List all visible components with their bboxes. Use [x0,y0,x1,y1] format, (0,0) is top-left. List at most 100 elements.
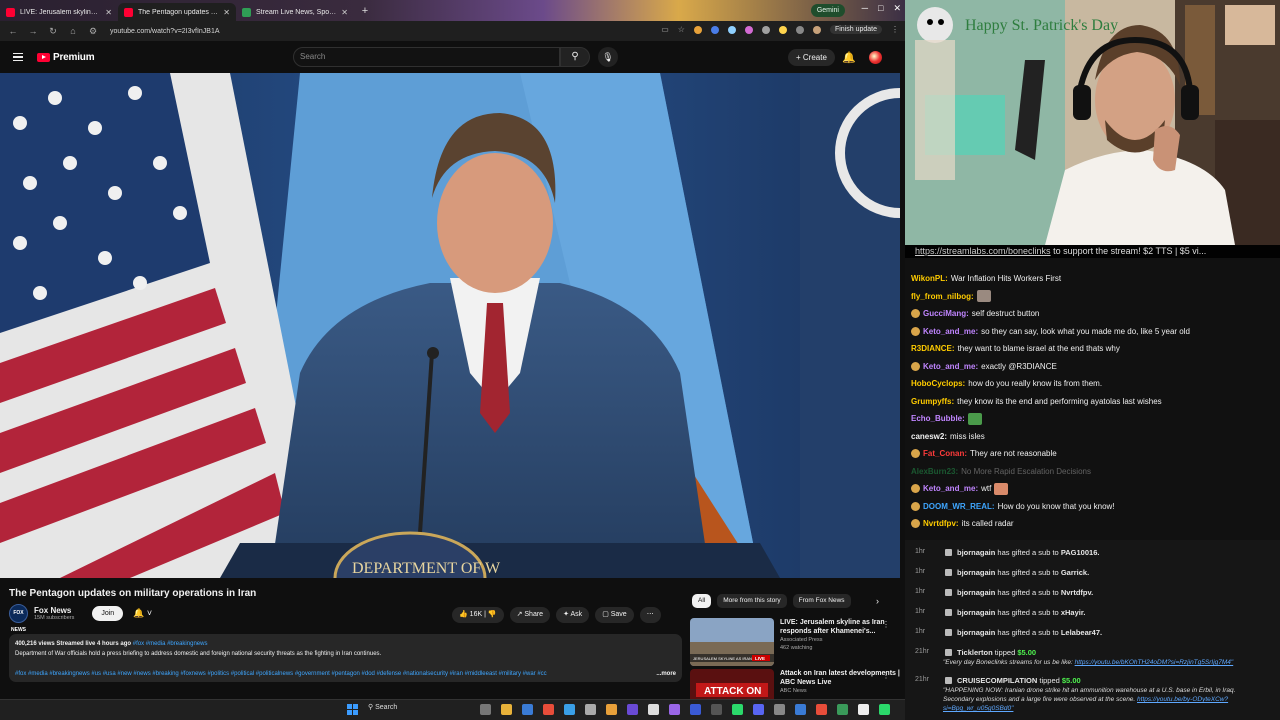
cast-icon[interactable]: ▭ [661,25,669,34]
chip-from-channel[interactable]: From Fox News [792,594,851,608]
extension-icon[interactable] [727,25,736,34]
extension-icon[interactable] [710,25,719,34]
extension-icon[interactable] [693,25,702,34]
browser-tab-1[interactable]: The Pentagon updates on m ✕ [118,3,236,21]
url-field[interactable]: youtube.com/watch?v=2I3vfInJB1A [110,28,220,35]
reload-icon[interactable]: ↻ [48,26,58,37]
chat-username[interactable]: HoboCyclops: [911,375,965,393]
extension-icon[interactable] [761,25,770,34]
chat-username[interactable]: Grumpyffs: [911,393,954,411]
chat-username[interactable]: Fat_Conan: [923,445,967,463]
share-button[interactable]: ↗ Share [509,607,551,623]
search-icon[interactable]: ⚲ [560,47,590,67]
hashtags[interactable]: #fox #media #breakingnews #us #usa #new … [15,669,547,679]
related-thumbnail[interactable]: JERUSALEM SKYLINE AS IRAN LIVE [690,618,774,666]
meta-hashtags[interactable]: #fox #media #breakingnews [133,641,208,647]
app-icon[interactable] [858,704,869,715]
streamlabs-link[interactable]: https://streamlabs.com/boneclinks [915,246,1051,256]
ask-button[interactable]: ✦ Ask [556,607,590,623]
channel-name[interactable]: Fox News [34,606,74,615]
task-view-icon[interactable] [480,704,491,715]
search-input[interactable]: Search [293,47,560,67]
site-info-icon[interactable]: ⚙ [88,26,98,37]
video-player[interactable]: DEPARTMENT OF W [0,73,900,578]
back-icon[interactable]: ← [8,26,18,36]
more-actions-icon[interactable]: ⋯ [639,607,661,623]
more-link[interactable]: ...more [656,669,676,679]
app-icon[interactable] [585,704,596,715]
microphone-icon[interactable]: 🎙 [598,47,618,67]
profile-icon[interactable] [812,25,821,34]
edge-icon[interactable] [522,704,533,715]
browser-menu-icon[interactable]: ⋮ [891,25,899,34]
new-tab-button[interactable]: + [358,4,372,18]
close-tab-icon[interactable]: ✕ [105,8,112,17]
chat-username[interactable]: Nvrtdfpv: [923,515,959,533]
youtube-premium-logo[interactable]: Premium [37,52,95,63]
app-icon[interactable] [711,704,722,715]
app-icon[interactable] [774,704,785,715]
chat-username[interactable]: Keto_and_me: [923,358,978,376]
tip-link[interactable]: https://youtu.be/by-ODyteXCw? [1137,696,1228,703]
chat-username[interactable]: R3DIANCE: [911,340,955,358]
chat-username[interactable]: Echo_Bubble: [911,410,965,428]
app-icon[interactable] [669,704,680,715]
app-icon[interactable] [879,704,890,715]
tip-link[interactable]: https://youtu.be/bKOhTH24oDM?si=RzjinTg5… [1075,659,1234,666]
windows-start-icon[interactable] [347,704,358,715]
extension-icon[interactable] [778,25,787,34]
app-icon[interactable] [627,704,638,715]
more-options-icon[interactable]: ⋮ [882,620,890,629]
like-button[interactable]: 👍 16K | 👎 [452,607,504,623]
file-explorer-icon[interactable] [501,704,512,715]
app-icon[interactable] [690,704,701,715]
create-button[interactable]: + Create [788,49,835,66]
chip-more-from-story[interactable]: More from this story [717,594,787,608]
chevron-right-icon[interactable]: › [876,596,879,606]
forward-icon[interactable]: → [28,26,38,36]
extensions-puzzle-icon[interactable] [795,25,804,34]
chat-username[interactable]: AlexBurn23: [911,463,958,481]
app-icon[interactable] [837,704,848,715]
chat-username[interactable]: Keto_and_me: [923,480,978,498]
spotify-icon[interactable] [732,704,743,715]
browser-tab-0[interactable]: LIVE: Jerusalem skyline as Iran ✕ [0,3,118,21]
close-tab-icon[interactable]: ✕ [223,8,230,17]
chat-username[interactable]: fly_from_nilbog: [911,288,974,306]
save-button[interactable]: ▢ Save [595,607,634,623]
finish-update-button[interactable]: Finish update [829,25,882,34]
browser-tab-2[interactable]: Stream Live News, Sports, ✕ [236,3,354,21]
avatar[interactable] [869,51,882,64]
menu-icon[interactable] [13,52,23,62]
app-icon[interactable] [816,704,827,715]
notifications-bell-icon[interactable]: 🔔 [842,51,856,64]
chrome-icon[interactable] [543,704,554,715]
related-video[interactable]: JERUSALEM SKYLINE AS IRAN LIVE LIVE: Jer… [690,618,900,666]
minimize-icon[interactable]: ─ [862,3,868,14]
chat-username[interactable]: Keto_and_me: [923,323,978,341]
tip-link[interactable]: si=Bpg_wr_u05g0SBd0" [943,705,1013,712]
discord-icon[interactable] [753,704,764,715]
chat-username[interactable]: WikonPL: [911,270,948,288]
chat-username[interactable]: canesw2: [911,428,947,446]
folder-icon[interactable] [606,704,617,715]
chip-all[interactable]: All [692,594,712,608]
description-box[interactable]: 400,216 views Streamed live 4 hours ago … [9,634,682,682]
chat-username[interactable]: DOOM_WR_REAL: [923,498,995,516]
app-icon[interactable] [648,704,659,715]
maximize-icon[interactable]: □ [878,3,883,14]
app-icon[interactable] [795,704,806,715]
extension-icon[interactable] [744,25,753,34]
close-tab-icon[interactable]: ✕ [341,8,348,17]
close-window-icon[interactable]: ✕ [893,3,901,14]
join-button[interactable]: Join [92,606,124,621]
taskbar-search[interactable]: ⚲ Search [368,703,397,711]
more-options-icon[interactable]: ⋮ [882,671,890,680]
bookmark-star-icon[interactable]: ☆ [678,25,685,34]
app-icon[interactable] [564,704,575,715]
subscription-bell-icon[interactable]: 🔔 ˅ [133,608,152,619]
home-icon[interactable]: ⌂ [68,26,78,36]
chat-username[interactable]: GucciMang: [923,305,969,323]
channel-avatar[interactable]: FOX NEWS [9,604,28,633]
gemini-button[interactable]: Gemini [810,4,845,17]
